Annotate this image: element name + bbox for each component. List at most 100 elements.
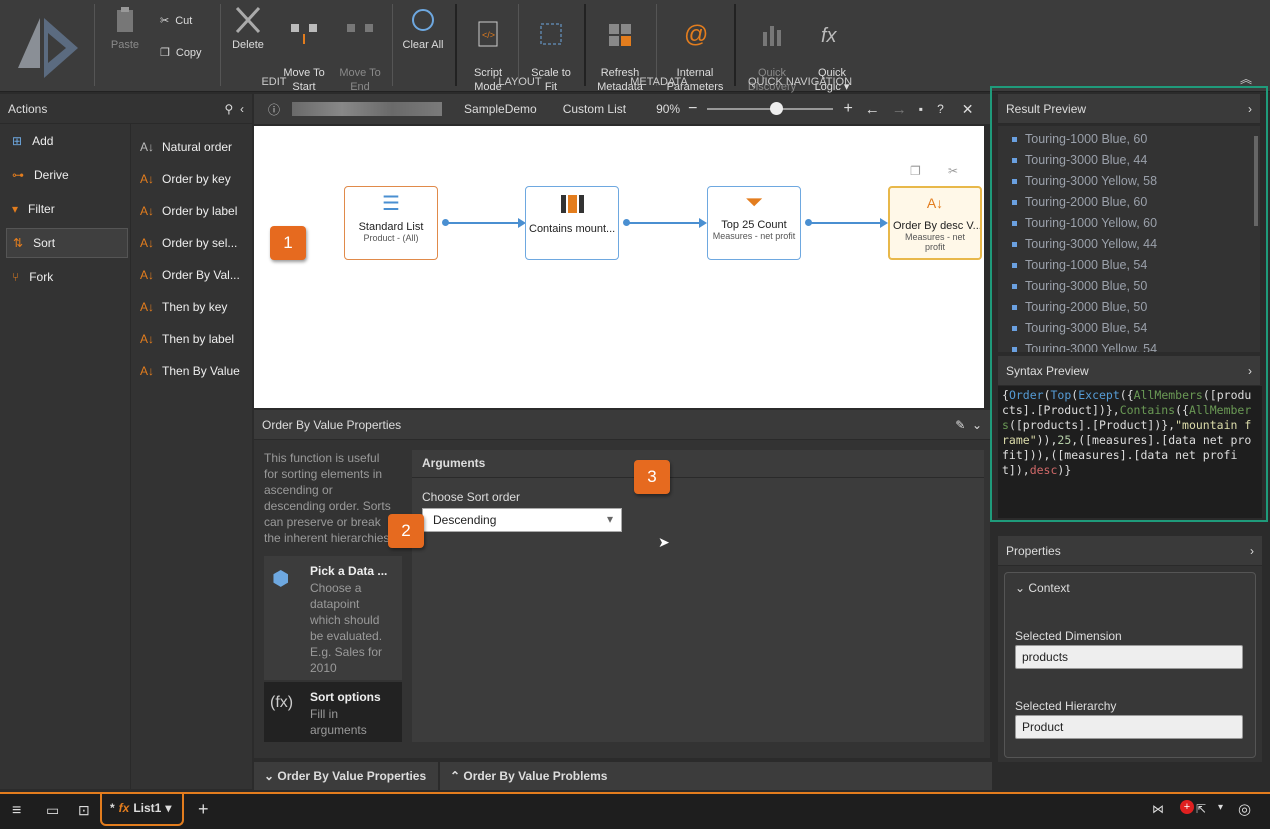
zoom-out-icon[interactable]: − xyxy=(688,100,697,118)
tab-label: Order By Value Properties xyxy=(277,769,427,783)
sort-item-label: Then By Value xyxy=(162,364,240,378)
node-copy-icon[interactable]: ❐ xyxy=(910,164,921,178)
redo-arrow-icon[interactable]: → xyxy=(892,101,907,118)
collapse-ribbon-icon[interactable]: ︽ xyxy=(1240,70,1252,87)
waveform-icon[interactable]: ⋈ xyxy=(1152,802,1164,816)
sort-order-by-selection[interactable]: A↓ Order by sel... xyxy=(136,228,252,258)
node-top-25[interactable]: ⏷ Top 25 Count Measures - net profit xyxy=(707,186,801,260)
delete-button[interactable]: Delete xyxy=(226,6,270,52)
list-item[interactable]: Touring-3000 Blue, 50 xyxy=(1012,279,1147,293)
sort-then-by-key[interactable]: A↓ Then by key xyxy=(136,292,252,322)
sort-item-label: Then by key xyxy=(162,300,228,314)
callout-number: 2 xyxy=(401,521,411,540)
list-item[interactable]: Touring-3000 Blue, 44 xyxy=(1012,153,1147,167)
chevron-right-icon[interactable]: › xyxy=(1248,102,1252,116)
bottom-bar: ≡ ▭ ⊡ * fx List1 ▾ + ⋈ + ⇱ ▾ ◎ xyxy=(0,792,1270,829)
pin-icon[interactable]: ✎ xyxy=(955,418,965,432)
sort-order-by-value[interactable]: A↓ Order By Val... xyxy=(136,260,252,290)
actions-panel: Actions ⚲ ‹ ⊞ Add ⊶ Derive ▾ Filter ⇅ Sort ⑂… xyxy=(0,94,252,789)
paste-button[interactable]: Paste xyxy=(104,6,146,52)
group-label-layout: LAYOUT xyxy=(498,76,542,88)
ribbon: Paste ✂ Cut ❐ Copy Delete Move To Start Mo… xyxy=(0,0,1270,93)
chevron-right-icon[interactable]: › xyxy=(1250,544,1254,558)
search-icon[interactable]: ⚲ xyxy=(225,102,234,116)
tab-order-by-value-properties[interactable]: ⌄ Order By Value Properties xyxy=(254,762,438,790)
node-standard-list[interactable]: ☰ Standard List Product - (All) xyxy=(344,186,438,260)
zoom-slider[interactable] xyxy=(707,102,834,115)
sort-order-by-key[interactable]: A↓ Order by key xyxy=(136,164,252,194)
context-section: ⌄ Context Selected Dimension products Se… xyxy=(1004,572,1256,758)
chart-icon[interactable]: ⊡ xyxy=(78,802,90,819)
selected-hierarchy-field[interactable]: Product xyxy=(1015,715,1243,739)
group-label-edit: EDIT xyxy=(261,76,287,88)
list-item[interactable]: Touring-3000 Yellow, 54 xyxy=(1012,342,1157,352)
context-toggle[interactable]: ⌄ Context xyxy=(1015,581,1070,595)
list-item[interactable]: Touring-2000 Blue, 60 xyxy=(1012,195,1147,209)
list-item[interactable]: Touring-1000 Yellow, 60 xyxy=(1012,216,1157,230)
menu-icon[interactable]: ≡ xyxy=(12,802,21,820)
action-sort-label: Sort xyxy=(33,236,56,250)
callout-3: 3 xyxy=(634,460,670,494)
add-tab-icon[interactable]: + xyxy=(198,799,209,820)
context-title: Context xyxy=(1028,581,1070,595)
list-item[interactable]: Touring-3000 Yellow, 58 xyxy=(1012,174,1157,188)
discovery-chart-icon xyxy=(763,26,781,46)
properties-title: Order By Value Properties xyxy=(262,417,402,432)
chevron-down-icon[interactable]: ⌄ xyxy=(972,418,982,432)
sort-natural-order[interactable]: A↓ Natural order xyxy=(136,132,252,162)
sort-order-by-label[interactable]: A↓ Order by label xyxy=(136,196,252,226)
pick-datapoint-step[interactable]: ⬢ Pick a Data ... Choose a datapoint whi… xyxy=(264,556,402,680)
sort-then-by-value[interactable]: A↓ Then By Value xyxy=(136,356,252,386)
move-end-icon xyxy=(347,24,373,32)
node-contains[interactable]: Contains mount... xyxy=(525,186,619,260)
sort-options-step[interactable]: (fx) Sort options Fill in arguments xyxy=(264,682,402,742)
sort-order-select[interactable]: Descending ▾ xyxy=(422,508,622,532)
move-start-icon xyxy=(291,24,317,44)
clear-all-button[interactable]: Clear All xyxy=(398,6,448,52)
node-order-by-desc[interactable]: A↓ Order By desc V... Measures - net pro… xyxy=(888,186,982,260)
action-derive[interactable]: ⊶ Derive xyxy=(6,160,128,190)
cut-button[interactable]: ✂ Cut xyxy=(160,14,192,28)
node-cut-icon[interactable]: ✂ xyxy=(948,164,958,178)
zoom-in-icon[interactable]: + xyxy=(843,100,852,118)
tab-list1[interactable]: * fx List1 ▾ xyxy=(100,792,184,826)
sort-order-label: Choose Sort order xyxy=(422,490,521,504)
derive-icon: ⊶ xyxy=(12,168,24,182)
folder-icon[interactable]: ▭ xyxy=(46,802,59,819)
tab-order-by-value-problems[interactable]: ⌃ Order By Value Problems xyxy=(440,762,992,790)
notification-badge-icon[interactable]: + xyxy=(1180,800,1194,814)
action-add[interactable]: ⊞ Add xyxy=(6,126,128,156)
list-type: Custom List xyxy=(562,102,627,116)
close-icon[interactable]: ✕ xyxy=(962,101,974,118)
undo-arrow-icon[interactable]: ← xyxy=(865,101,880,118)
list-item[interactable]: Touring-2000 Blue, 50 xyxy=(1012,300,1147,314)
info-icon[interactable]: ⓘ xyxy=(268,101,280,118)
dropdown-arrow-icon[interactable]: ▾ xyxy=(1218,802,1223,813)
list-item[interactable]: Touring-1000 Blue, 60 xyxy=(1012,132,1147,146)
scrollbar[interactable] xyxy=(1254,136,1258,226)
collapse-left-icon[interactable]: ‹ xyxy=(240,102,244,116)
action-filter[interactable]: ▾ Filter xyxy=(6,194,128,224)
sort-item-label: Order by key xyxy=(162,172,231,186)
list-item[interactable]: Touring-1000 Blue, 54 xyxy=(1012,258,1147,272)
properties-panel: Properties › ⌄ Context Selected Dimensio… xyxy=(998,536,1262,762)
result-preview-title: Result Preview xyxy=(1006,101,1087,116)
spiral-icon[interactable]: ◎ xyxy=(1238,800,1251,818)
pick-title: Pick a Data ... xyxy=(310,564,388,578)
action-sort[interactable]: ⇅ Sort xyxy=(6,228,128,258)
zoom-slider-handle[interactable] xyxy=(769,102,783,115)
fx-icon: fx xyxy=(821,25,838,47)
chevron-right-icon[interactable]: › xyxy=(1248,364,1252,378)
help-icon[interactable]: ? xyxy=(937,102,944,116)
list-item[interactable]: Touring-3000 Yellow, 44 xyxy=(1012,237,1157,251)
pointer-icon[interactable]: ⇱ xyxy=(1196,802,1206,816)
selected-dimension-field[interactable]: products xyxy=(1015,645,1243,669)
az-key-icon: A↓ xyxy=(140,300,155,314)
copy-button[interactable]: ❐ Copy xyxy=(160,46,202,60)
list-item[interactable]: Touring-3000 Blue, 54 xyxy=(1012,321,1147,335)
az-key-icon: A↓ xyxy=(140,172,155,186)
sort-then-by-label[interactable]: A↓ Then by label xyxy=(136,324,252,354)
action-fork[interactable]: ⑂ Fork xyxy=(6,262,128,292)
save-icon[interactable]: ▪ xyxy=(919,102,923,116)
dropdown-arrow-icon[interactable]: ▾ xyxy=(165,801,171,815)
